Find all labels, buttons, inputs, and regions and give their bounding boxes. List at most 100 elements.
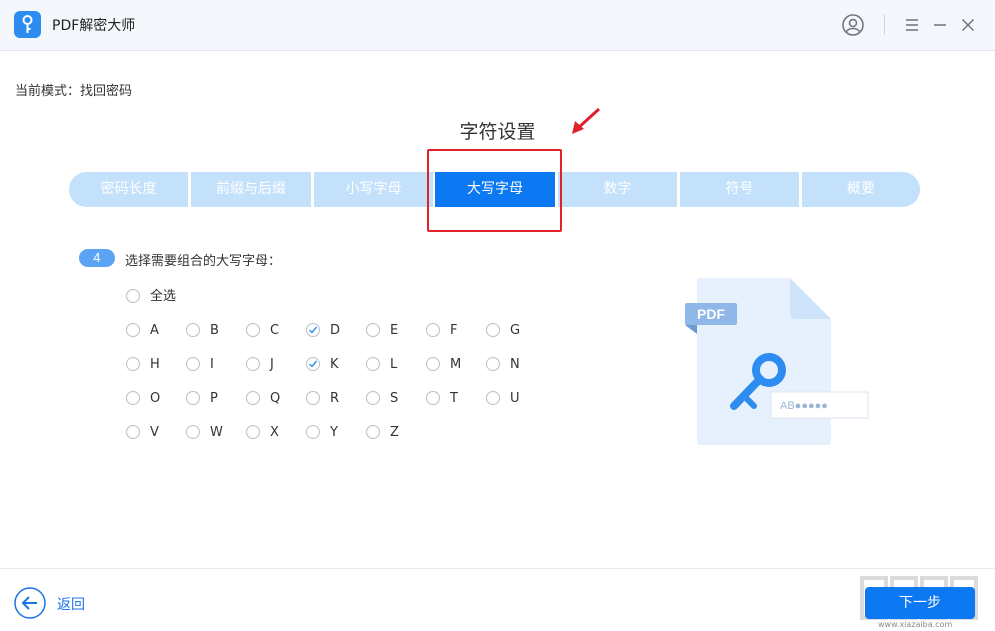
letter-option[interactable]: A — [126, 322, 176, 340]
letter-checkbox[interactable] — [366, 391, 380, 405]
letter-option[interactable]: S — [366, 390, 416, 408]
letter-checkbox[interactable] — [126, 391, 140, 405]
tab-lowercase[interactable]: 小写字母 — [314, 172, 433, 207]
letter-option[interactable]: C — [246, 322, 296, 340]
letter-checkbox[interactable] — [366, 425, 380, 439]
letter-checkbox[interactable] — [426, 357, 440, 371]
letter-checkbox[interactable] — [306, 425, 320, 439]
letter-checkbox[interactable] — [126, 425, 140, 439]
letter-option[interactable]: T — [426, 390, 476, 408]
letter-option[interactable]: Y — [306, 424, 356, 442]
letter-checkbox[interactable] — [366, 357, 380, 371]
letter-label: Z — [390, 425, 399, 440]
letter-label: P — [210, 391, 218, 406]
tab-numbers[interactable]: 数字 — [558, 172, 677, 207]
letter-checkbox[interactable] — [366, 323, 380, 337]
letter-option[interactable]: U — [486, 390, 536, 408]
letter-option[interactable]: B — [186, 322, 236, 340]
letter-label: N — [510, 357, 520, 372]
tab-prefix-suffix[interactable]: 前缀与后缀 — [191, 172, 311, 207]
letter-option[interactable]: W — [186, 424, 236, 442]
letter-option[interactable]: F — [426, 322, 476, 340]
letter-label: Y — [330, 425, 338, 440]
letter-checkbox-checked[interactable] — [306, 357, 320, 371]
letter-label: I — [210, 357, 214, 372]
watermark-text: www.xiazaiba.com — [878, 620, 953, 629]
letter-checkbox[interactable] — [246, 391, 260, 405]
next-button[interactable]: 下一步 — [865, 587, 975, 619]
letter-label: E — [390, 323, 399, 338]
letter-label: A — [150, 323, 159, 338]
letter-checkbox[interactable] — [126, 323, 140, 337]
letter-checkbox[interactable] — [186, 323, 200, 337]
select-all-option[interactable]: 全选 — [126, 288, 206, 306]
letter-checkbox[interactable] — [246, 323, 260, 337]
letter-checkbox[interactable] — [186, 357, 200, 371]
select-all-radio[interactable] — [126, 289, 140, 303]
letter-checkbox[interactable] — [426, 391, 440, 405]
minimize-icon[interactable] — [928, 13, 952, 37]
letter-checkbox[interactable] — [486, 391, 500, 405]
letter-label: M — [450, 357, 462, 372]
letter-checkbox[interactable] — [186, 425, 200, 439]
letter-option[interactable]: H — [126, 356, 176, 374]
checkmark-icon — [309, 360, 318, 368]
letter-label: D — [330, 323, 341, 338]
letter-checkbox[interactable] — [486, 323, 500, 337]
letter-label: R — [330, 391, 340, 406]
current-mode-label: 当前模式：找回密码 — [15, 84, 133, 99]
letter-label: G — [510, 323, 521, 338]
letter-label: V — [150, 425, 159, 440]
letter-option[interactable]: X — [246, 424, 296, 442]
letter-checkbox[interactable] — [486, 357, 500, 371]
letter-option[interactable]: K — [306, 356, 356, 374]
pdf-badge: PDF — [697, 306, 725, 322]
letter-option[interactable]: V — [126, 424, 176, 442]
back-button[interactable] — [14, 587, 46, 619]
password-hint: AB●●●●● — [780, 400, 828, 412]
letter-option[interactable]: E — [366, 322, 416, 340]
letter-label: B — [210, 323, 219, 338]
tab-summary[interactable]: 概要 — [802, 172, 920, 207]
letter-checkbox[interactable] — [306, 391, 320, 405]
letter-option[interactable]: Q — [246, 390, 296, 408]
tab-password-length[interactable]: 密码长度 — [69, 172, 188, 207]
letter-label: C — [270, 323, 280, 338]
step-instruction: 选择需要组合的大写字母： — [125, 254, 282, 269]
letter-checkbox[interactable] — [186, 391, 200, 405]
letter-label: K — [330, 357, 339, 372]
letter-option[interactable]: D — [306, 322, 356, 340]
letter-checkbox[interactable] — [126, 357, 140, 371]
letter-option[interactable]: J — [246, 356, 296, 374]
letter-checkbox-checked[interactable] — [306, 323, 320, 337]
letter-option[interactable]: I — [186, 356, 236, 374]
letter-option[interactable]: R — [306, 390, 356, 408]
letter-option[interactable]: M — [426, 356, 476, 374]
highlight-annotation — [427, 149, 562, 232]
letter-option[interactable]: N — [486, 356, 536, 374]
letter-checkbox[interactable] — [246, 357, 260, 371]
letter-option[interactable]: O — [126, 390, 176, 408]
letter-label: T — [450, 391, 458, 406]
letter-label: W — [210, 425, 223, 440]
letter-label: H — [150, 357, 160, 372]
app-title: PDF解密大师 — [52, 18, 136, 34]
close-icon[interactable] — [956, 13, 980, 37]
titlebar-divider — [884, 14, 885, 35]
letter-option[interactable]: L — [366, 356, 416, 374]
letter-label: X — [270, 425, 279, 440]
pdf-key-illustration: PDF AB●●●●● — [685, 278, 869, 445]
menu-icon[interactable] — [900, 13, 924, 37]
tab-symbols[interactable]: 符号 — [680, 172, 799, 207]
letter-checkbox[interactable] — [246, 425, 260, 439]
letter-label: U — [510, 391, 520, 406]
user-icon[interactable] — [841, 13, 865, 37]
footer-divider — [0, 568, 995, 569]
letter-option[interactable]: P — [186, 390, 236, 408]
section-title: 字符设置 — [459, 121, 536, 143]
letter-option[interactable]: G — [486, 322, 536, 340]
back-link[interactable]: 返回 — [57, 594, 85, 614]
letter-option[interactable]: Z — [366, 424, 416, 442]
letter-checkbox[interactable] — [426, 323, 440, 337]
letter-label: L — [390, 357, 398, 372]
